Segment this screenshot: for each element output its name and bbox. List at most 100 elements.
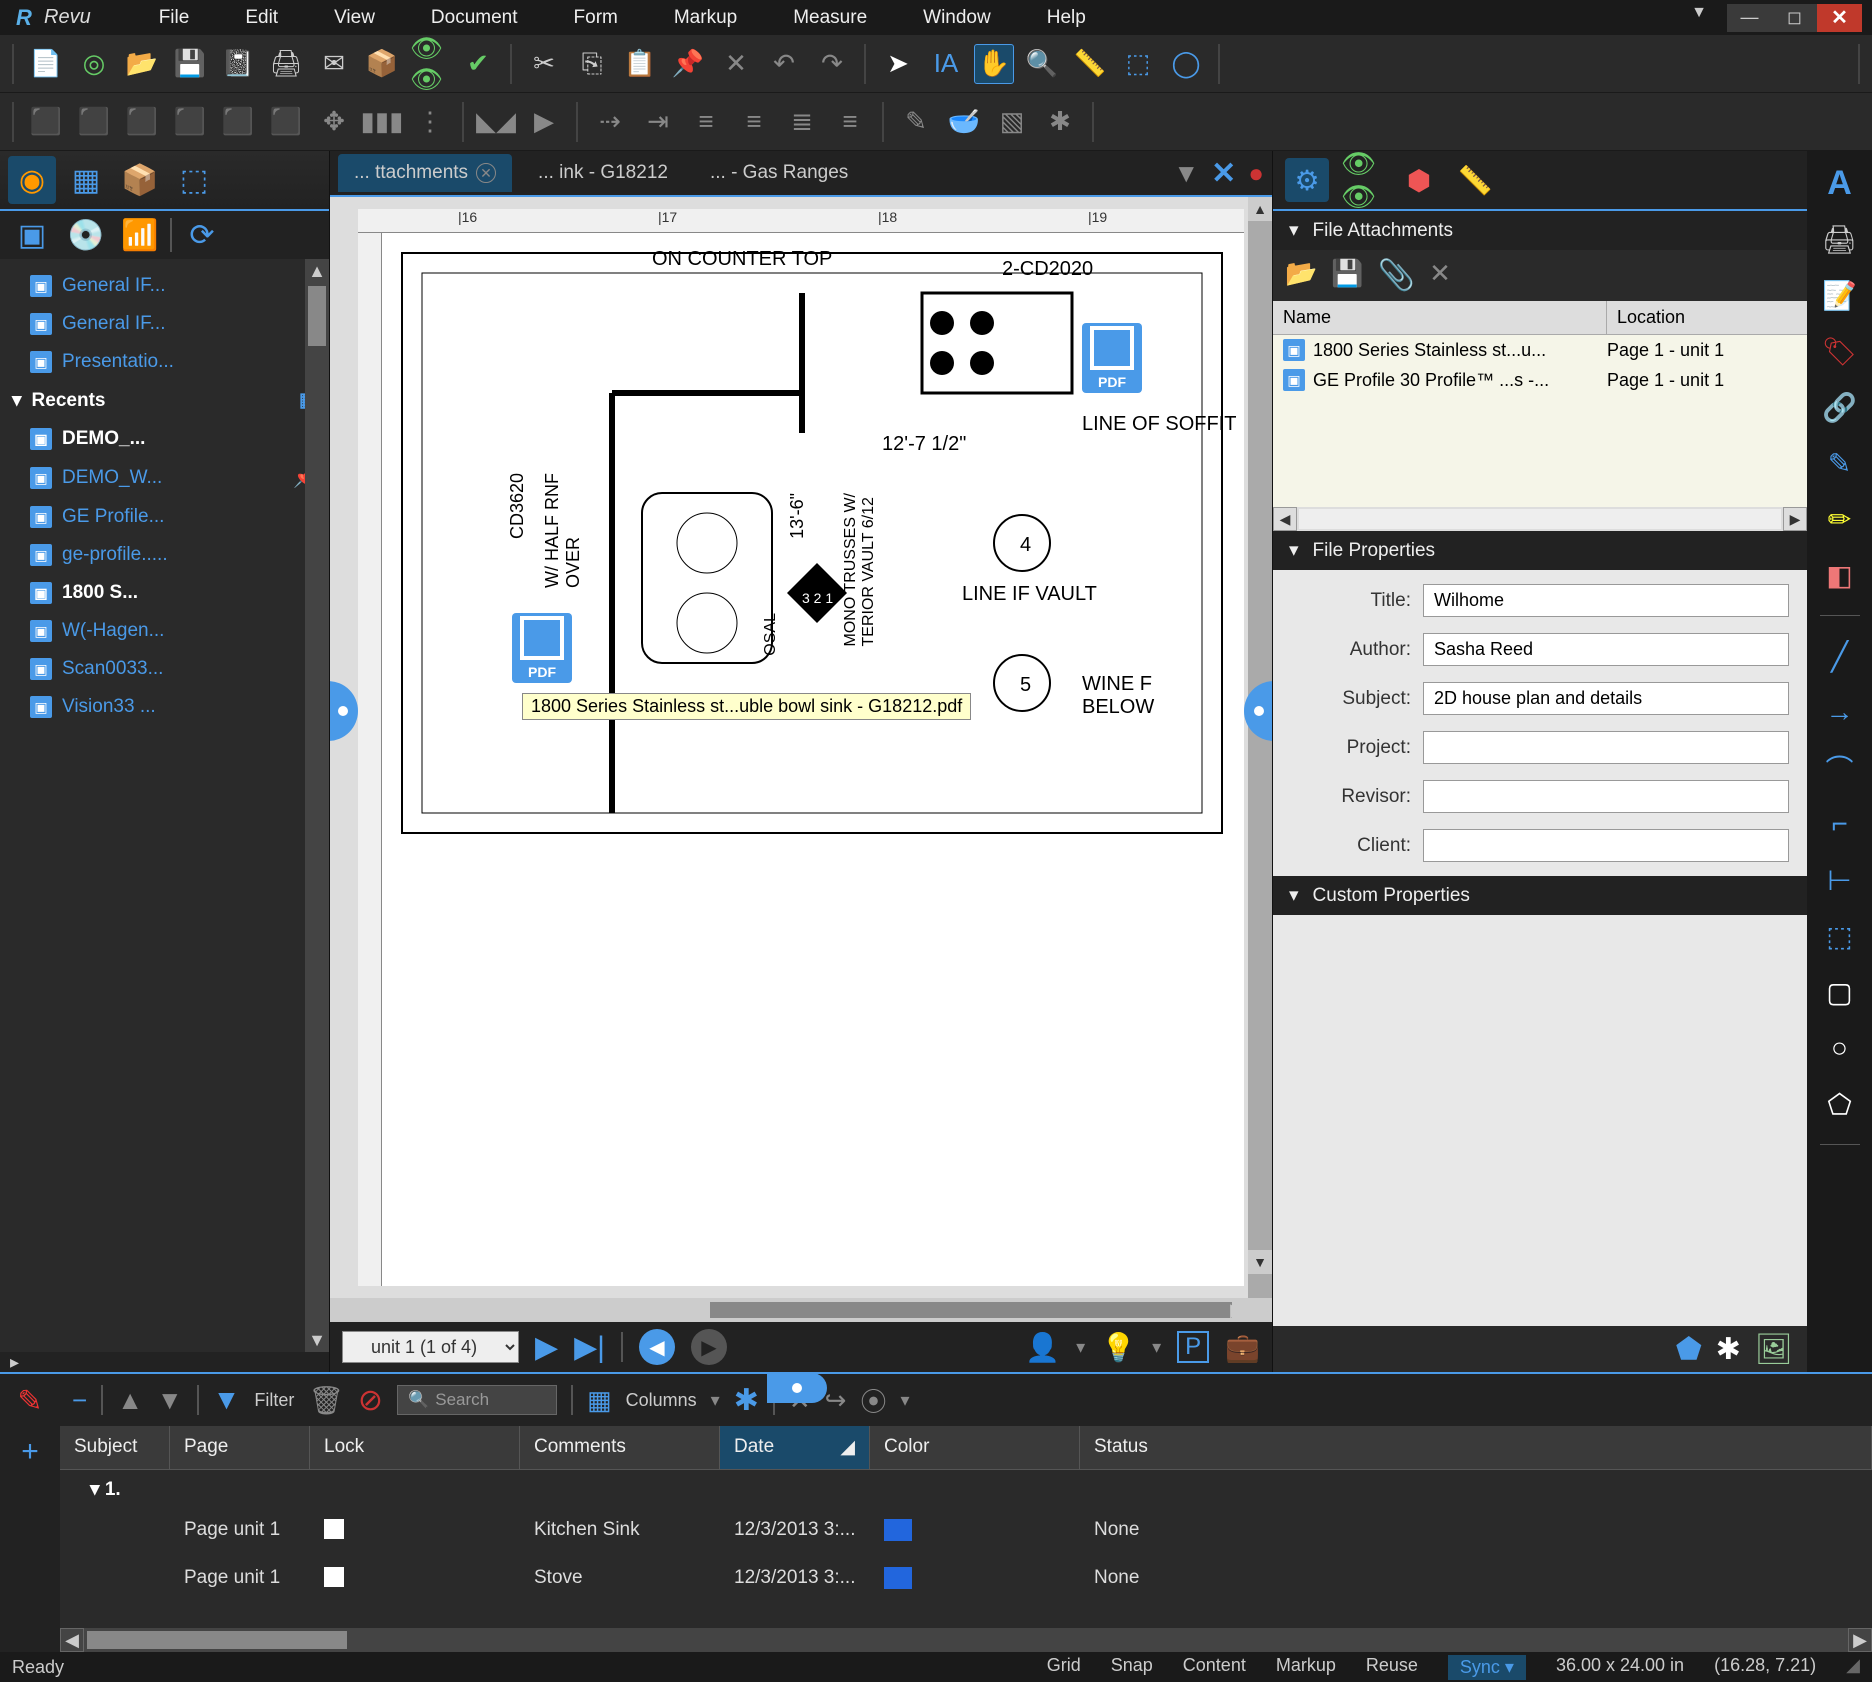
package-icon[interactable]: 📦 <box>362 44 402 84</box>
line-style-1-icon[interactable]: ⇢ <box>590 102 630 142</box>
user-icon[interactable]: 👤 <box>1025 1331 1060 1364</box>
col-location[interactable]: Location <box>1607 301 1807 334</box>
prev-page-icon[interactable]: ◀ <box>639 1329 675 1365</box>
document-tab[interactable]: ... ink - G18212 <box>522 154 684 192</box>
bucket-icon[interactable]: 🥣 <box>944 102 984 142</box>
align-bottom-icon[interactable]: ⬛ <box>170 102 210 142</box>
list-1-icon[interactable]: ≡ <box>686 102 726 142</box>
right-tab-3d[interactable]: ⬢ <box>1397 158 1441 202</box>
align-center-h-icon[interactable]: ⬛ <box>218 102 258 142</box>
folder-icon[interactable]: 📂 <box>122 44 162 84</box>
menu-measure[interactable]: Measure <box>765 7 895 29</box>
expand-arrow-icon[interactable]: ▸ <box>0 1352 329 1372</box>
status-grid[interactable]: Grid <box>1047 1655 1081 1680</box>
col-date[interactable]: Date ◢ <box>720 1426 870 1469</box>
right-tab-compare[interactable]: 👁👁 <box>1341 158 1385 202</box>
align-top-icon[interactable]: ⬛ <box>74 102 114 142</box>
horizontal-scrollbar[interactable]: ◀ ▶ ▸ <box>330 1298 1272 1322</box>
chevron-down-icon[interactable]: ▼ <box>1173 158 1199 189</box>
subject-field[interactable] <box>1423 682 1789 715</box>
tag-tool-icon[interactable]: 🏷 <box>1818 329 1862 373</box>
col-comments[interactable]: Comments <box>520 1426 720 1469</box>
align-left-icon[interactable]: ⬛ <box>26 102 66 142</box>
line-tool-icon[interactable]: ╱ <box>1818 634 1862 678</box>
horizontal-scrollbar[interactable]: ◀ ▶ <box>1273 507 1807 531</box>
next-icon[interactable]: ▶| <box>574 1330 605 1365</box>
flip-v-icon[interactable]: ▶ <box>524 102 564 142</box>
filter-label[interactable]: Filter <box>254 1390 294 1411</box>
col-color[interactable]: Color <box>870 1426 1080 1469</box>
flip-h-icon[interactable]: ◣◢ <box>476 102 516 142</box>
pan-icon[interactable]: ✋ <box>974 44 1014 84</box>
custom-props-header[interactable]: ▾Custom Properties <box>1273 876 1807 915</box>
clear-filter-icon[interactable]: ⊘ <box>358 1383 383 1418</box>
attachment-row[interactable]: ▣ GE Profile 30 Profile™ ...s -... Page … <box>1273 365 1807 395</box>
ruler-icon[interactable]: 📏 <box>1070 44 1110 84</box>
right-tab-measure[interactable]: 📏 <box>1453 158 1497 202</box>
col-subject[interactable]: Subject <box>60 1426 170 1469</box>
move-icon[interactable]: ✥ <box>314 102 354 142</box>
note-tool-icon[interactable]: 📝 <box>1818 273 1862 317</box>
columns-icon[interactable]: ▦ <box>587 1385 612 1416</box>
funnel-icon[interactable]: ▼ <box>213 1384 241 1416</box>
menu-file[interactable]: File <box>131 7 218 29</box>
markup-row[interactable]: Page unit 1 Kitchen Sink 12/3/2013 3:...… <box>60 1509 1872 1557</box>
align-right-icon[interactable]: ⬛ <box>122 102 162 142</box>
status-icon[interactable]: ⦿ <box>860 1382 886 1419</box>
drawing-canvas[interactable]: 4 5 3 2 1 ON COUNTER TOP 2-CD2020 LINE O… <box>382 233 1244 1286</box>
new-file-icon[interactable]: 📄 <box>26 44 66 84</box>
undo-icon[interactable]: ↶ <box>764 44 804 84</box>
project-field[interactable] <box>1423 731 1789 764</box>
eraser-icon[interactable]: ◧ <box>1818 553 1862 597</box>
menu-window[interactable]: Window <box>895 7 1019 29</box>
gear-icon[interactable]: ✱ <box>1716 1332 1741 1367</box>
distribute-h-icon[interactable]: ▮▮▮ <box>362 102 402 142</box>
splitter-left[interactable] <box>330 681 358 741</box>
print-icon[interactable]: 🖨 <box>266 44 306 84</box>
maximize-button[interactable]: ◻ <box>1772 4 1817 32</box>
rectangle-tool-icon[interactable]: ▢ <box>1818 970 1862 1014</box>
right-tab-properties[interactable]: ⚙ <box>1285 158 1329 202</box>
brush-icon[interactable]: ✎ <box>896 102 936 142</box>
image-icon[interactable]: 🖼 <box>1755 1332 1793 1367</box>
document-viewport[interactable]: |16 |17 |18 |19 <box>330 197 1272 1298</box>
document-tab[interactable]: ... - Gas Ranges <box>694 154 864 192</box>
spell-check-icon[interactable]: ✔ <box>458 44 498 84</box>
recents-header[interactable]: ▾Recents▦ <box>0 381 329 420</box>
stack-icon[interactable]: ▧ <box>992 102 1032 142</box>
arc-tool-icon[interactable]: ⌒ <box>1818 746 1862 790</box>
markup-row[interactable]: Page unit 1 Stove 12/3/2013 3:... None <box>60 1557 1872 1605</box>
left-tab-package[interactable]: 📦 <box>116 156 164 204</box>
file-props-header[interactable]: ▾File Properties <box>1273 531 1807 570</box>
menu-markup[interactable]: Markup <box>646 7 765 29</box>
vertical-scrollbar[interactable]: ▲ ▼ <box>1248 197 1272 1298</box>
next-page-icon[interactable]: ▶ <box>691 1329 727 1365</box>
status-markup[interactable]: Markup <box>1276 1655 1336 1680</box>
pen-tool-icon[interactable]: ✎ <box>1818 441 1862 485</box>
search-input[interactable]: 🔍Search <box>397 1385 557 1415</box>
arrow-tool-icon[interactable]: → <box>1818 690 1862 734</box>
settings-icon[interactable]: ✱ <box>734 1383 759 1418</box>
menu-edit[interactable]: Edit <box>217 7 306 29</box>
close-all-icon[interactable]: ✕ <box>1211 156 1236 191</box>
attachment-row[interactable]: ▣ 1800 Series Stainless st...u... Page 1… <box>1273 335 1807 365</box>
chevron-down-icon[interactable]: ▼ <box>1691 4 1707 32</box>
record-icon[interactable]: ● <box>1248 158 1264 189</box>
col-name[interactable]: Name <box>1273 301 1607 334</box>
circle-tool-icon[interactable]: ○ <box>1818 1026 1862 1070</box>
delete-attach-icon[interactable]: ✕ <box>1429 258 1451 293</box>
sync-button[interactable]: Sync ▾ <box>1448 1655 1526 1680</box>
menu-view[interactable]: View <box>306 7 403 29</box>
menu-document[interactable]: Document <box>403 7 546 29</box>
col-lock[interactable]: Lock <box>310 1426 520 1469</box>
horizontal-scrollbar[interactable]: ◀ ▶ <box>60 1628 1872 1652</box>
resize-grip-icon[interactable]: ◢ <box>1846 1655 1860 1680</box>
columns-button[interactable]: Columns <box>626 1390 697 1411</box>
pin-icon[interactable]: 📌 <box>668 44 708 84</box>
scrollbar[interactable]: ▲▼ <box>305 259 329 1352</box>
sort-down-icon[interactable]: ▼ <box>157 1385 183 1416</box>
distribute-v-icon[interactable]: ⋮ <box>410 102 450 142</box>
list-3-icon[interactable]: ≣ <box>782 102 822 142</box>
copy-icon[interactable]: ⎘ <box>572 44 612 84</box>
paste-icon[interactable]: 📋 <box>620 44 660 84</box>
